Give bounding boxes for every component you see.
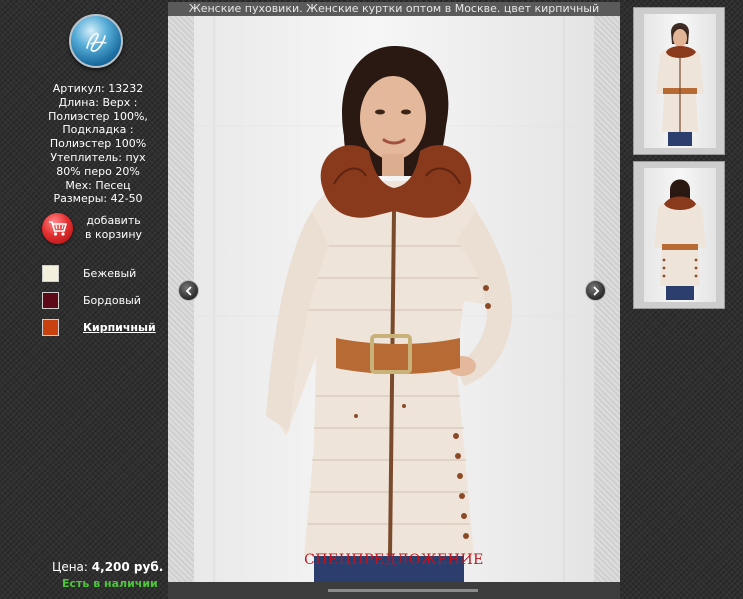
spec-insulation-ratio: 80% перо 20%	[56, 164, 140, 178]
stock-status: Есть в наличии	[62, 577, 158, 590]
model-illustration	[194, 16, 594, 582]
price-value: 4,200 руб.	[91, 560, 164, 574]
color-swatch-burgundy	[42, 291, 59, 309]
signature-logo-icon	[86, 32, 107, 52]
spec-length: Длина: Верх :	[58, 95, 138, 109]
spec-outer-material: Полиэстер 100%,	[48, 109, 148, 123]
viewer-scrollbar-thumb[interactable]	[328, 589, 478, 592]
product-photo[interactable]: СПЕЦПРЕДЛОЖЕНИЕ	[194, 16, 594, 582]
color-swatch-beige	[42, 264, 59, 282]
thumbnail-front-image	[644, 14, 716, 148]
add-to-cart-label: добавить в корзину	[85, 214, 142, 242]
color-swatch-brick	[42, 318, 59, 336]
image-viewer: СПЕЦПРЕДЛОЖЕНИЕ	[168, 16, 620, 582]
page-title: Женские пуховики. Женские куртки оптом в…	[168, 2, 620, 16]
add-to-cart-label-line1: добавить	[86, 214, 141, 227]
site-logo[interactable]	[69, 14, 123, 68]
color-label-beige: Бежевый	[83, 266, 137, 280]
color-option-burgundy[interactable]: Бордовый	[42, 291, 182, 309]
shopping-cart-icon	[42, 212, 73, 244]
spec-lining-material: Полиэстер 100%	[49, 137, 147, 151]
color-label-burgundy: Бордовый	[83, 293, 141, 307]
thumbnail-front-view[interactable]	[633, 7, 725, 155]
next-image-button[interactable]	[585, 280, 606, 301]
color-label-brick: Кирпичный	[83, 320, 156, 334]
chevron-left-icon	[185, 286, 191, 295]
spec-article: Артикул: 13232	[52, 82, 144, 95]
viewer-scrollbar[interactable]	[168, 582, 620, 599]
price: Цена: 4,200 руб.	[52, 560, 163, 574]
spec-sizes: Размеры: 42-50	[53, 192, 143, 206]
add-to-cart-label-line2: в корзину	[85, 228, 143, 241]
thumbnail-back-image	[644, 168, 716, 302]
thumbnail-back-view[interactable]	[633, 161, 725, 309]
add-to-cart-button[interactable]: добавить в корзину	[42, 211, 172, 245]
spec-fur: Мех: Песец	[65, 178, 131, 192]
product-specs: Артикул: 13232 Длина: Верх : Полиэстер 1…	[34, 82, 162, 206]
color-option-brick[interactable]: Кирпичный	[42, 318, 182, 336]
price-label: Цена:	[52, 560, 88, 574]
color-option-beige[interactable]: Бежевый	[42, 264, 182, 282]
spec-lining: Подкладка :	[62, 123, 134, 137]
spec-insulation: Утеплитель: пух	[50, 150, 146, 164]
color-options: Бежевый Бордовый Кирпичный	[42, 264, 182, 345]
chevron-right-icon	[593, 286, 599, 295]
promo-label: СПЕЦПРЕДЛОЖЕНИЕ	[304, 552, 484, 568]
previous-image-button[interactable]	[178, 280, 199, 301]
